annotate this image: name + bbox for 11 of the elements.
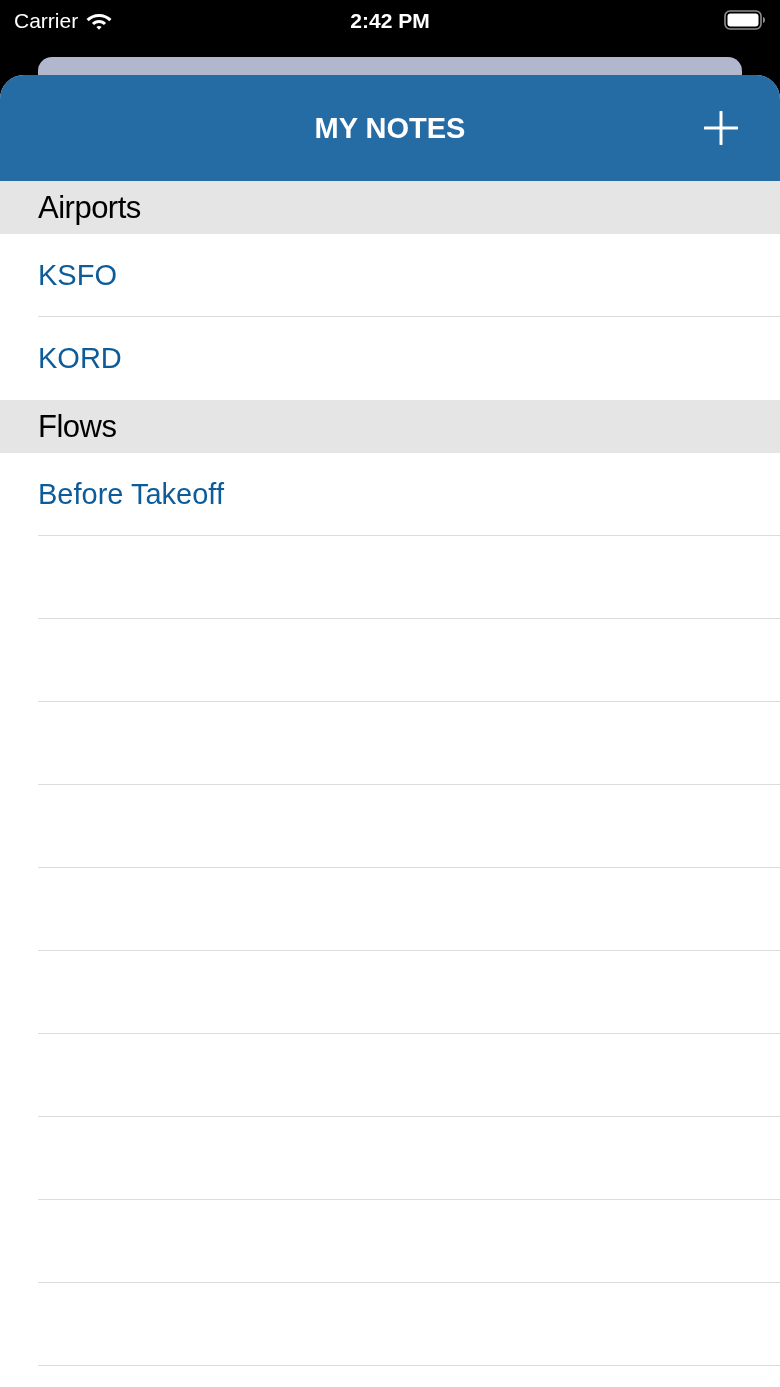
section-title: Flows	[38, 411, 117, 442]
section-title: Airports	[38, 192, 141, 223]
note-row[interactable]: Before Takeoff	[0, 453, 780, 536]
carrier-label: Carrier	[14, 9, 79, 31]
plus-icon	[704, 111, 738, 145]
add-button[interactable]	[702, 109, 740, 147]
note-row[interactable]: KSFO	[0, 234, 780, 317]
nav-title: MY NOTES	[314, 113, 466, 143]
clock-time: 2:42 PM	[350, 9, 430, 31]
battery-icon	[724, 10, 766, 30]
note-row[interactable]: KORD	[0, 317, 780, 400]
